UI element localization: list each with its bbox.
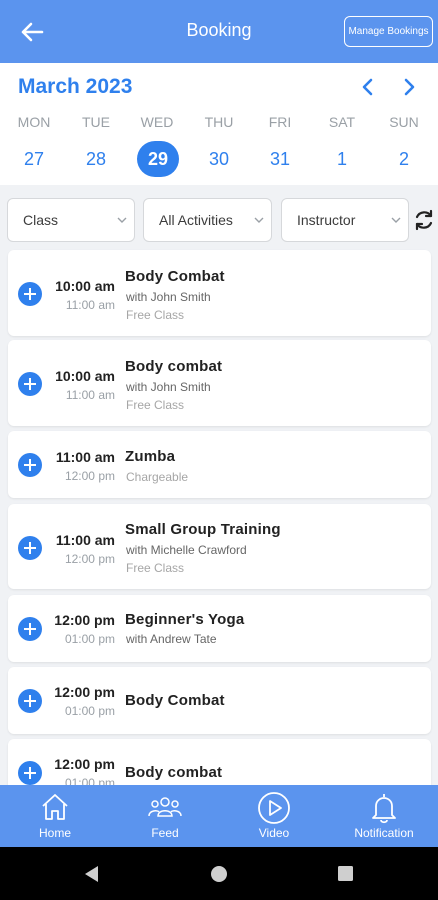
class-title: Body combat bbox=[125, 764, 223, 781]
bell-icon bbox=[372, 794, 396, 824]
chevron-right-icon[interactable] bbox=[397, 74, 421, 100]
chevron-down-icon bbox=[254, 217, 264, 223]
system-home-icon[interactable] bbox=[210, 865, 228, 883]
system-recents-icon[interactable] bbox=[337, 865, 354, 882]
weekday-label: WED bbox=[140, 114, 174, 130]
class-card[interactable]: 10:00 am 11:00 am Body combat with John … bbox=[8, 340, 431, 426]
class-filter-label: Class bbox=[23, 212, 59, 228]
date-cell[interactable]: 30 bbox=[197, 141, 241, 177]
class-instructor: with John Smith bbox=[126, 380, 211, 394]
class-start-time: 12:00 pm bbox=[54, 612, 115, 628]
date-cell[interactable]: 2 bbox=[382, 141, 426, 177]
class-end-time: 01:00 pm bbox=[64, 704, 115, 718]
nav-notification[interactable]: Notification bbox=[347, 785, 421, 847]
class-start-time: 11:00 am bbox=[55, 449, 115, 465]
class-title: Body Combat bbox=[125, 692, 225, 709]
class-price: Free Class bbox=[126, 398, 185, 412]
class-end-time: 12:00 pm bbox=[64, 469, 115, 483]
class-start-time: 10:00 am bbox=[55, 368, 115, 384]
chevron-down-icon bbox=[117, 217, 127, 223]
month-label: March 2023 bbox=[18, 75, 133, 98]
date-cell[interactable]: 27 bbox=[12, 141, 56, 177]
weekday-label: SUN bbox=[389, 114, 419, 130]
chevron-down-icon bbox=[391, 217, 401, 223]
class-end-time: 01:00 pm bbox=[64, 776, 115, 785]
class-card[interactable]: 11:00 am 12:00 pm Small Group Training w… bbox=[8, 504, 431, 589]
date-cell-selected[interactable]: 29 bbox=[137, 141, 179, 177]
class-card[interactable]: 12:00 pm 01:00 pm Beginner's Yoga with A… bbox=[8, 595, 431, 662]
date-cell[interactable]: 31 bbox=[258, 141, 302, 177]
class-title: Zumba bbox=[125, 448, 176, 465]
home-icon bbox=[42, 794, 68, 820]
add-booking-icon[interactable] bbox=[18, 536, 42, 560]
weekday-label: THU bbox=[204, 114, 234, 130]
class-card[interactable]: 10:00 am 11:00 am Body Combat with John … bbox=[8, 250, 431, 336]
class-card[interactable]: 12:00 pm 01:00 pm Body Combat bbox=[8, 667, 431, 734]
class-end-time: 11:00 am bbox=[65, 298, 115, 312]
class-start-time: 12:00 pm bbox=[54, 684, 115, 700]
add-booking-icon[interactable] bbox=[18, 761, 42, 785]
nav-video-label: Video bbox=[258, 826, 290, 840]
class-title: Beginner's Yoga bbox=[125, 611, 245, 628]
add-booking-icon[interactable] bbox=[18, 282, 42, 306]
nav-feed-label: Feed bbox=[151, 826, 179, 840]
class-start-time: 11:00 am bbox=[55, 532, 115, 548]
activities-filter-label: All Activities bbox=[159, 212, 233, 228]
weekday-label: MON bbox=[17, 114, 51, 130]
app-bar: Booking Manage Bookings bbox=[0, 0, 438, 63]
class-instructor: with John Smith bbox=[126, 290, 211, 304]
class-instructor: with Andrew Tate bbox=[126, 632, 217, 646]
add-booking-icon[interactable] bbox=[18, 372, 42, 396]
instructor-filter-label: Instructor bbox=[297, 212, 356, 228]
activities-filter-dropdown[interactable]: All Activities bbox=[143, 198, 272, 242]
instructor-filter-dropdown[interactable]: Instructor bbox=[281, 198, 409, 242]
date-cell[interactable]: 28 bbox=[74, 141, 118, 177]
class-price: Chargeable bbox=[126, 470, 189, 484]
weekday-label: TUE bbox=[82, 114, 110, 130]
chevron-left-icon[interactable] bbox=[356, 74, 380, 100]
people-icon bbox=[148, 797, 182, 817]
play-circle-icon bbox=[258, 792, 290, 824]
add-booking-icon[interactable] bbox=[18, 689, 42, 713]
class-end-time: 11:00 am bbox=[65, 388, 115, 402]
add-booking-icon[interactable] bbox=[18, 617, 42, 641]
nav-feed[interactable]: Feed bbox=[137, 785, 193, 847]
nav-notification-label: Notification bbox=[354, 826, 414, 840]
class-filter-dropdown[interactable]: Class bbox=[7, 198, 135, 242]
class-price: Free Class bbox=[126, 561, 185, 575]
class-end-time: 01:00 pm bbox=[64, 632, 115, 646]
class-start-time: 10:00 am bbox=[55, 278, 115, 294]
filter-bar: Class All Activities Instructor bbox=[0, 185, 438, 247]
date-cell[interactable]: 1 bbox=[320, 141, 364, 177]
weekday-label: FRI bbox=[268, 114, 292, 130]
system-nav-bar bbox=[0, 847, 438, 900]
manage-bookings-button[interactable]: Manage Bookings bbox=[344, 16, 433, 47]
add-booking-icon[interactable] bbox=[18, 453, 42, 477]
nav-video[interactable]: Video bbox=[246, 785, 302, 847]
class-price: Free Class bbox=[126, 308, 185, 322]
nav-home[interactable]: Home bbox=[27, 785, 83, 847]
class-end-time: 12:00 pm bbox=[64, 552, 115, 566]
class-instructor: with Michelle Crawford bbox=[126, 543, 247, 557]
class-start-time: 12:00 pm bbox=[54, 756, 115, 772]
system-back-icon[interactable] bbox=[82, 864, 100, 884]
refresh-icon[interactable] bbox=[412, 207, 436, 233]
bottom-navigation: Home Feed Video Notification bbox=[0, 785, 438, 847]
weekday-label: SAT bbox=[328, 114, 356, 130]
class-title: Body combat bbox=[125, 358, 223, 375]
class-title: Body Combat bbox=[125, 268, 225, 285]
class-card[interactable]: 11:00 am 12:00 pm Zumba Chargeable bbox=[8, 431, 431, 498]
week-calendar: March 2023 MON TUE WED THU FRI SAT SUN 2… bbox=[0, 63, 438, 185]
class-title: Small Group Training bbox=[125, 521, 281, 538]
class-list: 10:00 am 11:00 am Body Combat with John … bbox=[0, 247, 438, 785]
nav-home-label: Home bbox=[38, 826, 71, 840]
class-card[interactable]: 12:00 pm 01:00 pm Body combat bbox=[8, 739, 431, 785]
